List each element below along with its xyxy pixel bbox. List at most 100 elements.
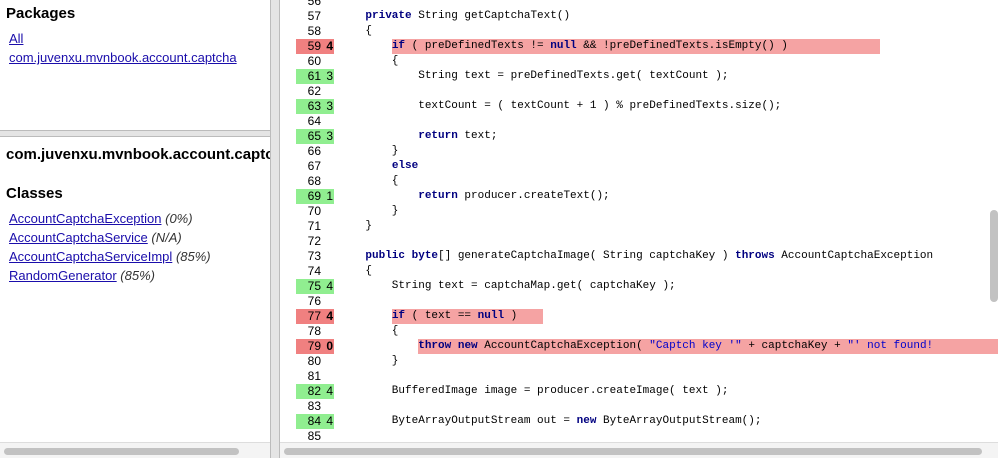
- line-number: 74: [307, 264, 321, 278]
- source-line: 73 public byte[] generateCaptchaImage( S…: [280, 249, 998, 264]
- code-text: throw new AccountCaptchaException( "Capt…: [418, 340, 934, 352]
- line-number: 63: [307, 99, 321, 113]
- source-horizontal-scrollbar[interactable]: [280, 442, 998, 458]
- code-text: private String getCaptchaText(): [365, 10, 571, 22]
- line-number: 81: [307, 369, 321, 383]
- vertical-frame-splitter[interactable]: [270, 0, 280, 458]
- source-line: 69 1 return producer.createText();: [280, 189, 998, 204]
- line-number: 80: [307, 354, 321, 368]
- source-line: 75 4 String text = captchaMap.get( captch…: [280, 279, 998, 294]
- hit-count: 1: [326, 189, 333, 203]
- code-text: if ( preDefinedTexts != null && !preDefi…: [391, 40, 788, 52]
- code-text: textCount = ( textCount + 1 ) % preDefin…: [339, 100, 782, 112]
- source-line: 83: [280, 399, 998, 414]
- source-line: 82 4 BufferedImage image = producer.creat…: [280, 384, 998, 399]
- code-text: {: [339, 325, 399, 337]
- line-number: 84: [307, 414, 321, 428]
- code-text: if ( text == null ): [391, 310, 518, 322]
- packages-frame: Packages All com.juvenxu.mvnbook.account…: [0, 0, 270, 130]
- class-link[interactable]: AccountCaptchaService: [9, 230, 148, 245]
- line-number: 65: [307, 129, 321, 143]
- line-number: 69: [307, 189, 321, 203]
- source-line: 78 {: [280, 324, 998, 339]
- hit-count: 4: [326, 384, 333, 398]
- package-name-heading: com.juvenxu.mvnbook.account.captcha: [6, 146, 270, 163]
- class-link[interactable]: AccountCaptchaServiceImpl: [9, 249, 172, 264]
- line-number: 73: [307, 249, 321, 263]
- hit-count: 4: [326, 39, 333, 53]
- class-link[interactable]: RandomGenerator: [9, 268, 117, 283]
- source-line: 61 3 String text = preDefinedTexts.get( t…: [280, 69, 998, 84]
- class-link[interactable]: AccountCaptchaException: [9, 211, 161, 226]
- source-line: 65 3 return text;: [280, 129, 998, 144]
- source-line: 71 }: [280, 219, 998, 234]
- code-text: String text = captchaMap.get( captchaKey…: [339, 280, 676, 292]
- code-text: else: [391, 160, 419, 172]
- classes-title: Classes: [6, 185, 63, 202]
- source-line: 70 }: [280, 204, 998, 219]
- class-coverage: (N/A): [151, 230, 182, 245]
- source-line: 56: [280, 0, 998, 9]
- line-number: 71: [307, 219, 321, 233]
- horizontal-frame-splitter[interactable]: [0, 130, 274, 137]
- code-text: return producer.createText();: [418, 190, 610, 202]
- source-line: 63 3 textCount = ( textCount + 1 ) % preD…: [280, 99, 998, 114]
- code-text: ByteArrayOutputStream out = new ByteArra…: [339, 415, 762, 427]
- hit-count: 3: [326, 99, 333, 113]
- line-number: 83: [307, 399, 321, 413]
- scrollbar-thumb[interactable]: [284, 448, 982, 455]
- class-item: AccountCaptchaException (0%): [9, 211, 193, 226]
- code-text: {: [339, 175, 399, 187]
- source-line: 59 4 if ( preDefinedTexts != null && !pre…: [280, 39, 998, 54]
- line-number: 70: [307, 204, 321, 218]
- package-link-captcha[interactable]: com.juvenxu.mvnbook.account.captcha: [9, 50, 237, 65]
- code-text: {: [339, 55, 399, 67]
- hit-count: 4: [326, 414, 333, 428]
- class-coverage: (85%): [120, 268, 155, 283]
- source-line: 60 {: [280, 54, 998, 69]
- class-coverage: (0%): [165, 211, 193, 226]
- line-number: 58: [307, 24, 321, 38]
- code-text: {: [339, 25, 373, 37]
- source-line: 80 }: [280, 354, 998, 369]
- source-line: 72: [280, 234, 998, 249]
- hit-count: 4: [326, 279, 333, 293]
- line-number: 76: [307, 294, 321, 308]
- source-line: 68 {: [280, 174, 998, 189]
- hit-count: 3: [326, 129, 333, 143]
- source-line: 76: [280, 294, 998, 309]
- line-number: 59: [307, 39, 321, 53]
- line-number: 68: [307, 174, 321, 188]
- code-text: }: [339, 355, 399, 367]
- source-line: 79 0 throw new AccountCaptchaException( "…: [280, 339, 998, 354]
- line-number: 75: [307, 279, 321, 293]
- line-number: 77: [307, 309, 321, 323]
- source-line: 74 {: [280, 264, 998, 279]
- line-number: 67: [307, 159, 321, 173]
- source-line: 58 {: [280, 24, 998, 39]
- line-number: 64: [307, 114, 321, 128]
- line-number: 78: [307, 324, 321, 338]
- code-text: String text = preDefinedTexts.get( textC…: [339, 70, 729, 82]
- line-number: 56: [307, 0, 321, 8]
- code-text: }: [339, 220, 373, 232]
- package-link-all[interactable]: All: [9, 31, 23, 46]
- code-text: return text;: [418, 130, 498, 142]
- class-coverage: (85%): [175, 249, 211, 264]
- code-text: }: [339, 205, 399, 217]
- line-number: 60: [307, 54, 321, 68]
- source-line: 62: [280, 84, 998, 99]
- line-number: 62: [307, 84, 321, 98]
- left-horizontal-scrollbar[interactable]: [0, 442, 270, 458]
- packages-title: Packages: [6, 5, 76, 22]
- code-text: }: [339, 145, 399, 157]
- code-text: {: [339, 265, 373, 277]
- scrollbar-thumb[interactable]: [4, 448, 239, 455]
- source-line: 66 }: [280, 144, 998, 159]
- hit-count: 3: [326, 69, 333, 83]
- class-item: AccountCaptchaServiceImpl (85%): [9, 249, 211, 264]
- class-item: AccountCaptchaService (N/A): [9, 230, 182, 245]
- line-number: 79: [307, 339, 321, 353]
- source-line: 67 else: [280, 159, 998, 174]
- class-item: RandomGenerator (85%): [9, 268, 155, 283]
